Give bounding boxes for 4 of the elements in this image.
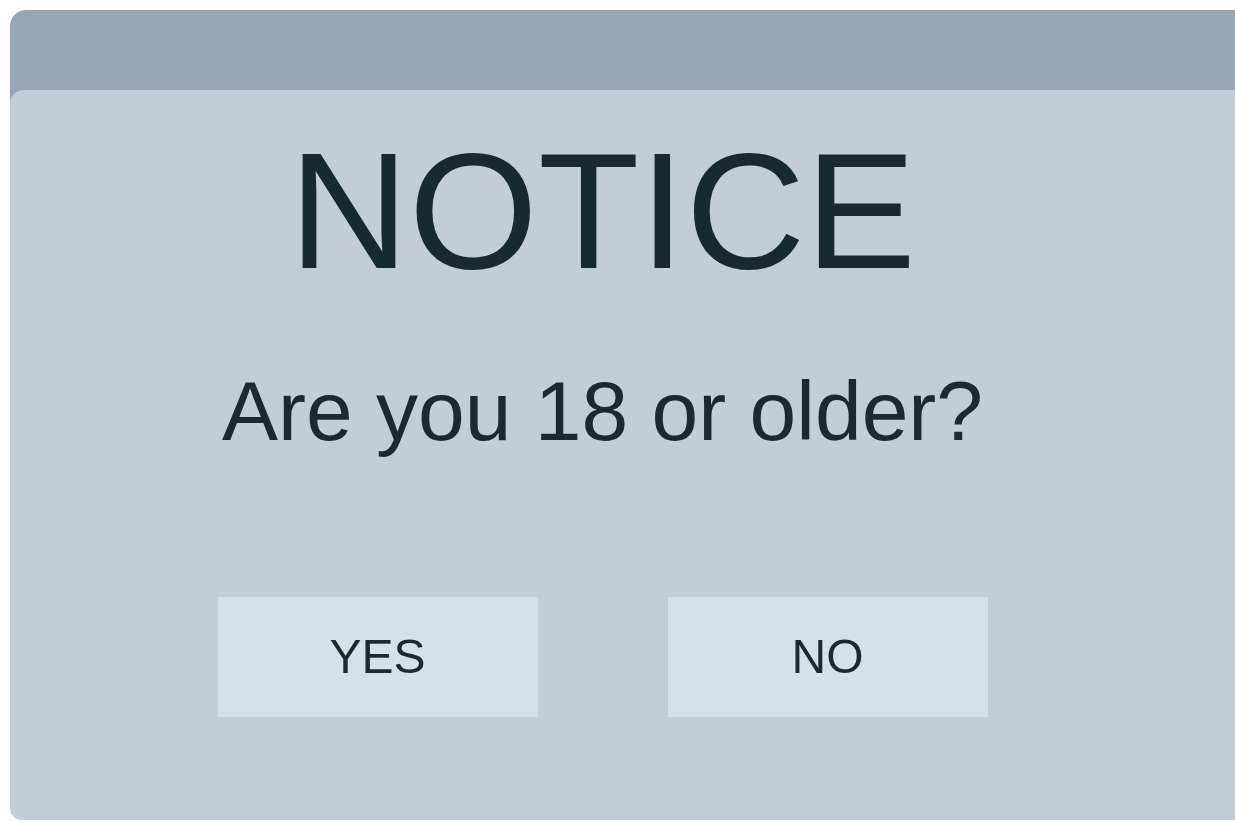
answer-button[interactable]: YES — [217, 597, 538, 717]
answer-button[interactable]: NO — [667, 597, 988, 717]
dialog-title: NOTICE — [288, 120, 917, 303]
question-text: Are you 18 or older? — [221, 364, 984, 457]
